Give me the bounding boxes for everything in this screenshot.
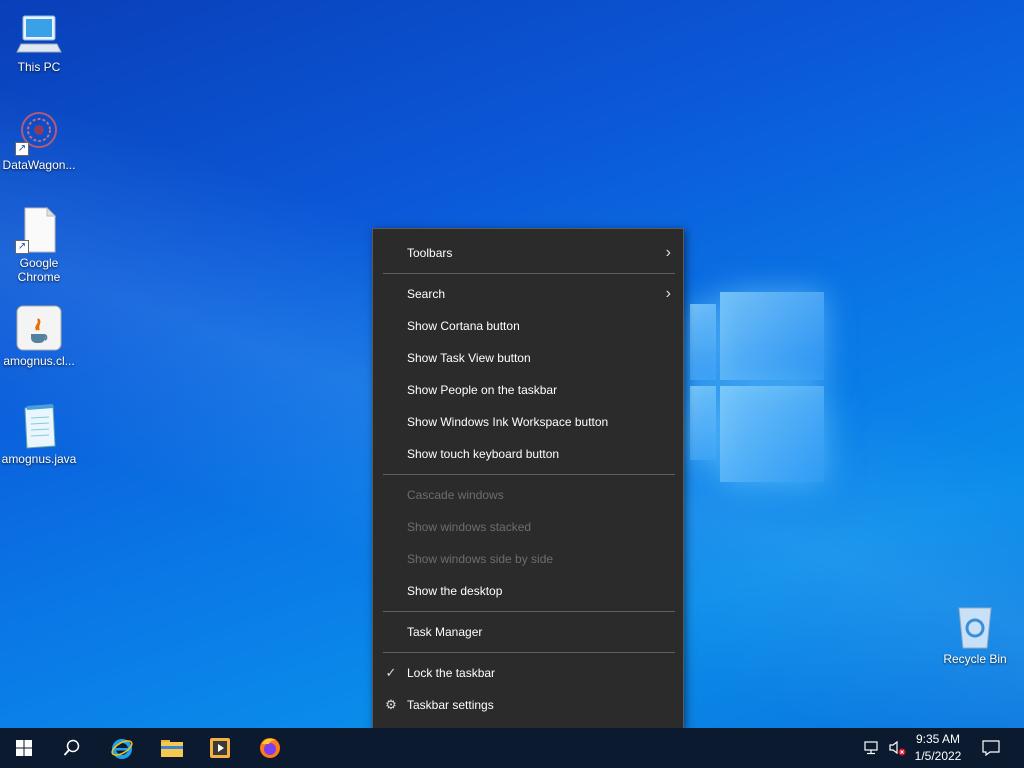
menu-separator <box>383 652 675 653</box>
menu-item-show-windows-stacked: Show windows stacked <box>373 511 683 543</box>
network-status-button[interactable] <box>858 728 884 768</box>
datawagon-app-icon: ↗ <box>15 108 63 156</box>
start-icon <box>16 740 32 756</box>
menu-item-show-cortana-button[interactable]: Show Cortana button <box>373 310 683 342</box>
desktop-icon-label: Google Chrome <box>17 256 61 284</box>
blank-file-icon: ↗ <box>15 206 63 254</box>
taskbar-file-explorer[interactable] <box>148 728 196 768</box>
menu-item-show-touch-keyboard[interactable]: Show touch keyboard button <box>373 438 683 470</box>
menu-separator <box>383 474 675 475</box>
menu-item-label: Toolbars <box>407 246 453 260</box>
clock-date: 1/5/2022 <box>914 749 962 763</box>
menu-item-lock-the-taskbar[interactable]: ✓ Lock the taskbar <box>373 657 683 689</box>
notifications-icon <box>982 740 1000 756</box>
menu-item-label: Show People on the taskbar <box>407 383 558 397</box>
taskbar-firefox[interactable] <box>246 728 294 768</box>
desktop-icon-this-pc[interactable]: This PC <box>0 10 78 74</box>
checkmark-icon: ✓ <box>385 665 397 680</box>
menu-item-show-the-desktop[interactable]: Show the desktop <box>373 575 683 607</box>
menu-item-taskbar-settings[interactable]: ⚙ Taskbar settings <box>373 689 683 721</box>
taskbar-clock[interactable]: 9:35 AM 1/5/2022 <box>908 731 968 765</box>
volume-button[interactable] <box>884 728 910 768</box>
recycle-bin-icon <box>951 602 999 650</box>
desktop-icon-datawagon[interactable]: ↗ DataWagon... <box>0 108 78 172</box>
menu-separator <box>383 273 675 274</box>
windows-logo-wallpaper <box>690 292 824 482</box>
desktop-icon-amognus-java[interactable]: amognus.java <box>0 402 78 466</box>
notepad-icon <box>15 402 63 450</box>
menu-item-label: Cascade windows <box>407 488 504 502</box>
menu-item-toolbars[interactable]: Toolbars › <box>373 237 683 269</box>
desktop-icon-label: DataWagon... <box>2 158 76 172</box>
desktop-icon-label: Recycle Bin <box>943 652 1007 666</box>
menu-item-label: Show windows stacked <box>407 520 532 534</box>
menu-item-label: Show touch keyboard button <box>407 447 560 461</box>
taskbar: 9:35 AM 1/5/2022 <box>0 728 1024 768</box>
desktop-icon-label: amognus.java <box>1 452 77 466</box>
file-explorer-icon <box>161 740 183 757</box>
desktop-icon-label: amognus.cl... <box>3 354 75 368</box>
computer-icon <box>15 10 63 58</box>
menu-item-label: Taskbar settings <box>407 698 494 712</box>
menu-item-label: Lock the taskbar <box>407 666 496 680</box>
volume-muted-icon <box>889 740 906 756</box>
java-icon <box>15 304 63 352</box>
chevron-right-icon: › <box>665 244 671 261</box>
chevron-right-icon: › <box>665 285 671 302</box>
start-button[interactable] <box>0 728 48 768</box>
desktop-icon-label: This PC <box>17 60 61 74</box>
internet-explorer-icon <box>111 739 133 759</box>
desktop-icon-recycle-bin[interactable]: Recycle Bin <box>936 602 1014 666</box>
menu-item-label: Show windows side by side <box>407 552 554 566</box>
menu-item-task-manager[interactable]: Task Manager <box>373 616 683 648</box>
network-icon <box>864 741 878 755</box>
menu-item-search[interactable]: Search › <box>373 278 683 310</box>
taskbar-media-player[interactable] <box>196 728 244 768</box>
menu-item-show-people[interactable]: Show People on the taskbar <box>373 374 683 406</box>
firefox-icon <box>260 738 280 758</box>
shortcut-arrow-icon: ↗ <box>15 142 29 156</box>
menu-item-show-windows-side-by-side: Show windows side by side <box>373 543 683 575</box>
desktop-icon-google-chrome[interactable]: ↗ Google Chrome <box>0 206 78 284</box>
desktop-icon-amognus-class[interactable]: amognus.cl... <box>0 304 78 368</box>
clock-time: 9:35 AM <box>915 732 961 746</box>
menu-separator <box>383 611 675 612</box>
menu-item-cascade-windows: Cascade windows <box>373 479 683 511</box>
menu-item-label: Show Cortana button <box>407 319 520 333</box>
shortcut-arrow-icon: ↗ <box>15 240 29 254</box>
menu-item-label: Show Task View button <box>407 351 531 365</box>
gear-icon: ⚙ <box>385 697 397 712</box>
menu-item-show-task-view-button[interactable]: Show Task View button <box>373 342 683 374</box>
search-icon <box>63 739 80 756</box>
menu-item-label: Task Manager <box>407 625 483 639</box>
menu-item-label: Search <box>407 287 446 301</box>
media-player-icon <box>210 738 230 758</box>
taskbar-internet-explorer[interactable] <box>98 728 146 768</box>
taskbar-context-menu: Toolbars › Search › Show Cortana button … <box>372 228 684 729</box>
menu-item-label: Show the desktop <box>407 584 503 598</box>
taskbar-search-button[interactable] <box>48 728 96 768</box>
menu-item-show-windows-ink[interactable]: Show Windows Ink Workspace button <box>373 406 683 438</box>
action-center-button[interactable] <box>968 728 1014 768</box>
menu-item-label: Show Windows Ink Workspace button <box>407 415 609 429</box>
